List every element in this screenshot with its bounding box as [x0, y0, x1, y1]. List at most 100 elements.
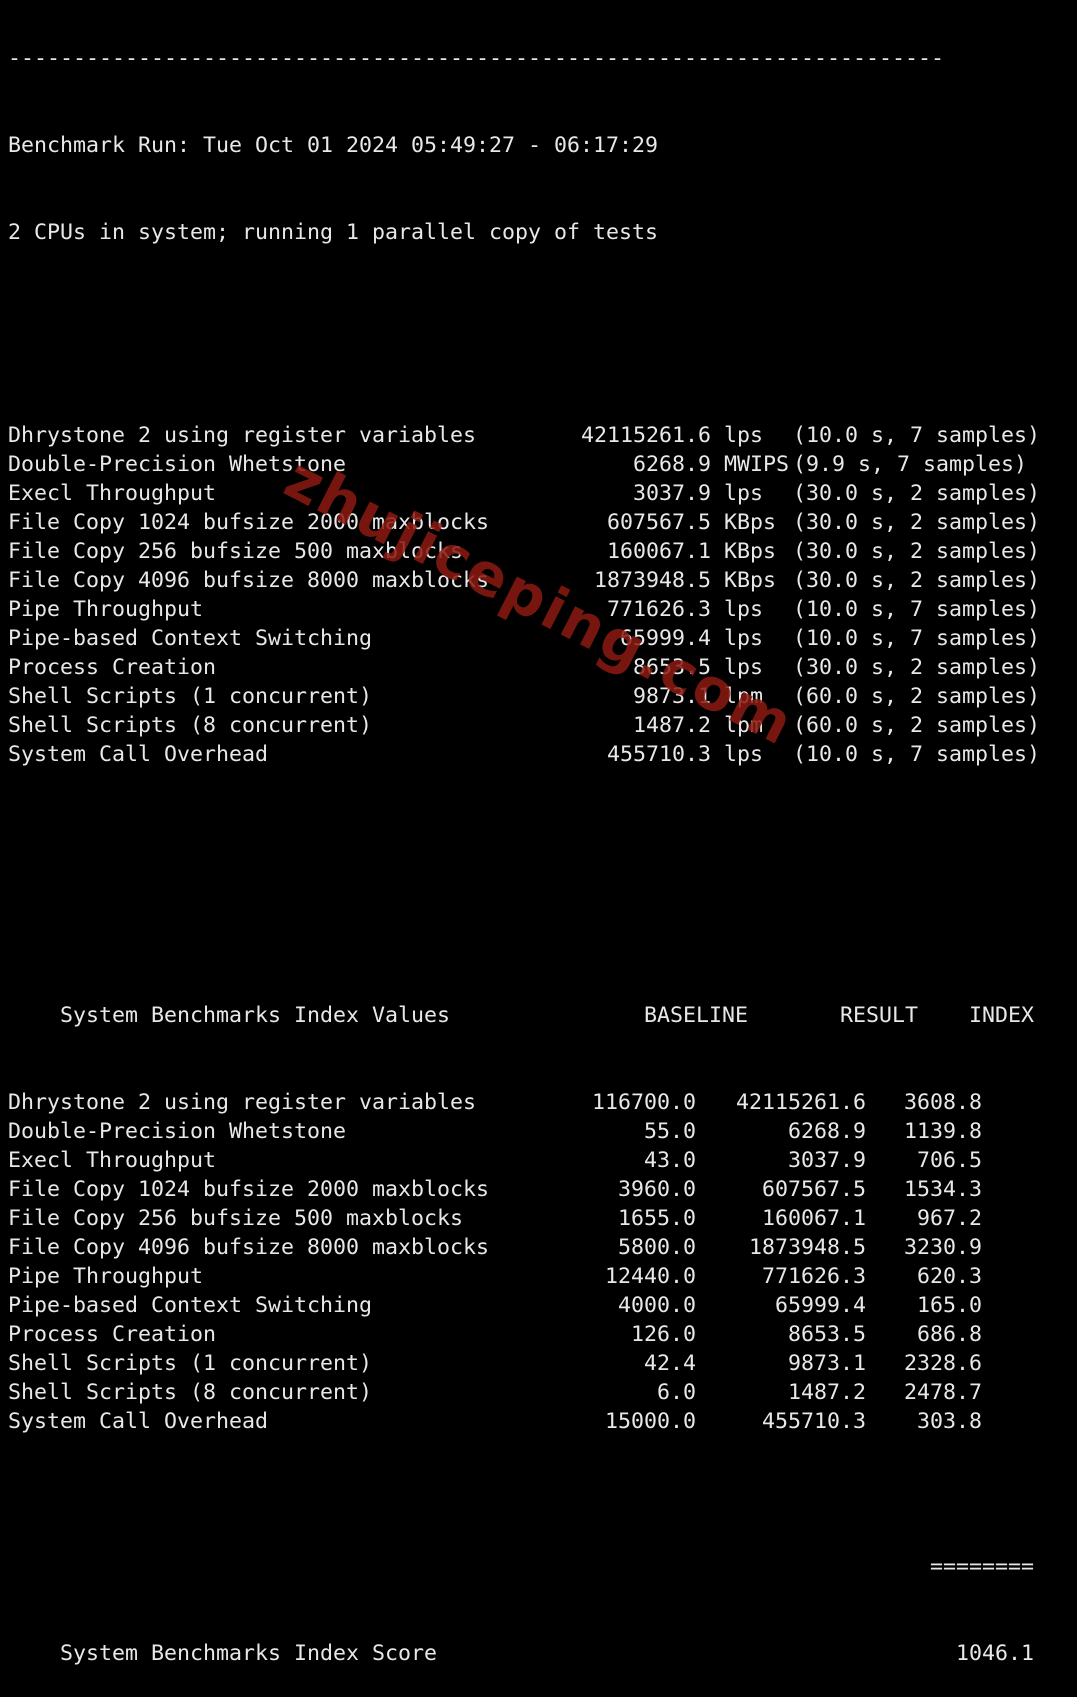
test-unit: lps [724, 626, 764, 651]
index-baseline: 12440.0 [604, 1264, 696, 1289]
index-row: File Copy 4096 bufsize 8000 maxblocks 580… [8, 1233, 1077, 1262]
test-value: 771626.3 [606, 597, 711, 622]
test-value: 1873948.5 [593, 568, 711, 593]
index-baseline: 116700.0 [591, 1090, 696, 1115]
index-result: 160067.1 [761, 1206, 866, 1231]
index-score-label: System Benchmarks Index Score [60, 1641, 438, 1666]
test-detail: (10.0 s, 7 samples) [793, 626, 1041, 651]
test-detail: (60.0 s, 2 samples) [793, 713, 1041, 738]
terminal-output[interactable]: ----------------------------------------… [8, 0, 1077, 1668]
index-row: Pipe-based Context Switching 4000.0 65999.… [8, 1291, 1077, 1320]
index-test-name: Execl Throughput [8, 1148, 217, 1173]
index-row: Execl Throughput 43.0 3037.9 706.5 [8, 1146, 1077, 1175]
column-header-baseline: BASELINE [644, 1003, 749, 1028]
test-name: Dhrystone 2 using register variables [8, 423, 477, 448]
test-unit: lps [724, 597, 764, 622]
test-name: Shell Scripts (8 concurrent) [8, 713, 373, 738]
index-score-row: System Benchmarks Index Score 1046.1 [8, 1610, 1077, 1666]
test-unit: lps [724, 655, 764, 680]
index-test-name: File Copy 4096 bufsize 8000 maxblocks [8, 1235, 490, 1260]
result-row: Shell Scripts (8 concurrent) 1487.2 lpm (60… [8, 711, 1077, 740]
index-row: File Copy 256 bufsize 500 maxblocks 1655.… [8, 1204, 1077, 1233]
index-row: Shell Scripts (1 concurrent) 42.4 9873.1 23… [8, 1349, 1077, 1378]
index-result: 9873.1 [787, 1351, 866, 1376]
index-test-name: Double-Precision Whetstone [8, 1119, 347, 1144]
index-row: Pipe Throughput 12440.0 771626.3 620.3 [8, 1262, 1077, 1291]
test-detail: (30.0 s, 2 samples) [793, 539, 1041, 564]
test-unit: lps [724, 481, 764, 506]
index-result: 1487.2 [787, 1380, 866, 1405]
test-unit: lpm [724, 713, 764, 738]
test-value: 3037.9 [632, 481, 711, 506]
index-result: 607567.5 [761, 1177, 866, 1202]
test-name: Shell Scripts (1 concurrent) [8, 684, 373, 709]
index-row: Process Creation 126.0 8653.5 686.8 [8, 1320, 1077, 1349]
test-name: File Copy 4096 bufsize 8000 maxblocks [8, 568, 490, 593]
test-name: File Copy 1024 bufsize 2000 maxblocks [8, 510, 490, 535]
test-unit: KBps [724, 568, 777, 593]
index-test-name: File Copy 256 bufsize 500 maxblocks [8, 1206, 464, 1231]
index-result: 65999.4 [774, 1293, 866, 1318]
index-row: System Call Overhead 15000.0 455710.3 303.8 [8, 1407, 1077, 1436]
index-value: 303.8 [916, 1409, 982, 1434]
index-test-name: Shell Scripts (1 concurrent) [8, 1351, 373, 1376]
test-value: 65999.4 [619, 626, 711, 651]
index-row: Double-Precision Whetstone 55.0 6268.9 1139… [8, 1117, 1077, 1146]
test-value: 42115261.6 [580, 423, 711, 448]
index-test-name: Pipe Throughput [8, 1264, 204, 1289]
result-row: Process Creation 8653.5 lps (30.0 s, 2 samp… [8, 653, 1077, 682]
index-result: 771626.3 [761, 1264, 866, 1289]
index-value: 165.0 [916, 1293, 982, 1318]
result-row: File Copy 4096 bufsize 8000 maxblocks 187… [8, 566, 1077, 595]
test-value: 6268.9 [632, 452, 711, 477]
index-result: 1873948.5 [748, 1235, 866, 1260]
index-baseline: 126.0 [630, 1322, 696, 1347]
result-row: Dhrystone 2 using register variables 4211… [8, 421, 1077, 450]
index-value: 2478.7 [903, 1380, 982, 1405]
index-value: 3608.8 [903, 1090, 982, 1115]
test-detail: (30.0 s, 2 samples) [793, 568, 1041, 593]
index-test-name: Process Creation [8, 1322, 217, 1347]
result-row: Shell Scripts (1 concurrent) 9873.1 lpm (60… [8, 682, 1077, 711]
test-unit: MWIPS [724, 452, 790, 477]
index-test-name: Pipe-based Context Switching [8, 1293, 373, 1318]
score-separator: ======== [930, 1554, 1035, 1579]
result-row: Pipe-based Context Switching 65999.4 lps (1… [8, 624, 1077, 653]
test-detail: (10.0 s, 7 samples) [793, 597, 1041, 622]
index-result: 455710.3 [761, 1409, 866, 1434]
test-name: Execl Throughput [8, 481, 217, 506]
index-test-name: Dhrystone 2 using register variables [8, 1090, 477, 1115]
test-value: 9873.1 [632, 684, 711, 709]
index-row: Dhrystone 2 using register variables 1167… [8, 1088, 1077, 1117]
index-test-name: Shell Scripts (8 concurrent) [8, 1380, 373, 1405]
index-value: 1534.3 [903, 1177, 982, 1202]
index-baseline: 3960.0 [617, 1177, 696, 1202]
test-unit: KBps [724, 510, 777, 535]
index-value: 1139.8 [903, 1119, 982, 1144]
test-detail: (30.0 s, 2 samples) [793, 481, 1041, 506]
test-value: 1487.2 [632, 713, 711, 738]
index-value: 686.8 [916, 1322, 982, 1347]
index-baseline: 15000.0 [604, 1409, 696, 1434]
column-header-index: INDEX [969, 1003, 1035, 1028]
test-detail: (10.0 s, 7 samples) [793, 423, 1041, 448]
test-value: 160067.1 [606, 539, 711, 564]
index-baseline: 43.0 [643, 1148, 696, 1173]
index-table: Dhrystone 2 using register variables 1167… [8, 1088, 1077, 1436]
benchmark-run-line: Benchmark Run: Tue Oct 01 2024 05:49:27 … [8, 133, 659, 158]
index-baseline: 4000.0 [617, 1293, 696, 1318]
test-unit: lps [724, 423, 764, 448]
index-value: 706.5 [916, 1148, 982, 1173]
separator-line: ----------------------------------------… [8, 46, 945, 71]
test-detail: (60.0 s, 2 samples) [793, 684, 1041, 709]
index-result: 3037.9 [787, 1148, 866, 1173]
index-separator-row: ======== [8, 1523, 1077, 1579]
index-row: File Copy 1024 bufsize 2000 maxblocks 396… [8, 1175, 1077, 1204]
column-header-result: RESULT [840, 1003, 919, 1028]
test-detail: (30.0 s, 2 samples) [793, 510, 1041, 535]
index-baseline: 55.0 [643, 1119, 696, 1144]
test-detail: (9.9 s, 7 samples) [793, 452, 1028, 477]
result-row: File Copy 1024 bufsize 2000 maxblocks 607… [8, 508, 1077, 537]
index-test-name: File Copy 1024 bufsize 2000 maxblocks [8, 1177, 490, 1202]
